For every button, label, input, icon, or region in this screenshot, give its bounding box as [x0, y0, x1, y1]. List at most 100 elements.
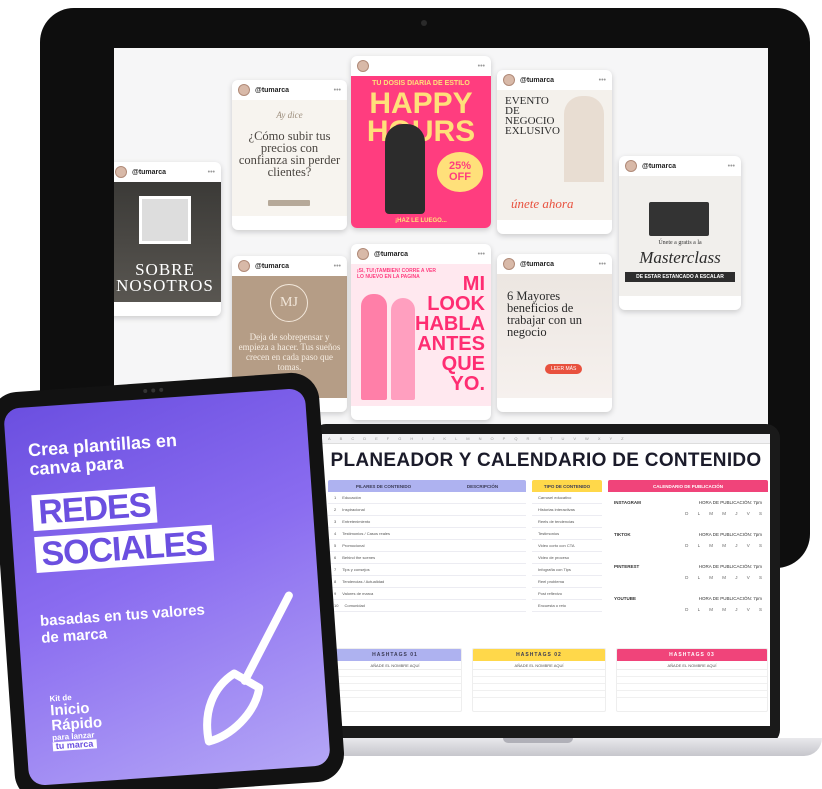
pilares-header: PILARES DE CONTENIDO: [355, 483, 412, 489]
channel-name: INSTAGRAM: [614, 500, 641, 505]
tablet-camera: [141, 387, 165, 394]
channel-hora: HORA DE PUBLICACIÓN: 7pm: [698, 500, 762, 505]
tipo-header: TIPO DE CONTENIDO: [543, 483, 591, 489]
channel-name: YOUTUBE: [614, 596, 637, 601]
channel-days: D L M M J V S: [685, 543, 762, 548]
post-foot: ¡HAZ LE LUEGO...: [395, 218, 447, 224]
channel-days: D L M M J V S: [685, 511, 762, 516]
cta-button: LEER MÁS: [545, 364, 583, 374]
tipo-section: TIPO DE CONTENIDO Carrusel educativo His…: [532, 480, 602, 630]
kit-label: Kit de Inicio Rápido para lanzar tu marc…: [49, 692, 103, 752]
cta-text: únete ahora: [511, 196, 574, 211]
avatar: [238, 260, 250, 272]
post-card-masterclass: @tumarca ••• Únete a gratis a la Mastercl…: [619, 156, 741, 310]
post-card-precios: @tumarca ••• Ay dice ¿Cómo subir tus prec…: [232, 80, 347, 230]
post-card-happy-hours: ••• TU DOSIS DIARIA DE ESTILO HAPPY HOUR…: [351, 56, 491, 228]
post-text: Deja de sobrepensar y empieza a hacer. T…: [238, 332, 341, 372]
pilar-row: 2 Inspiracional: [328, 504, 526, 516]
post-card-sobre-nosotros: @tumarca ••• SOBRE NOSOTROS: [114, 162, 221, 316]
spreadsheet-column-bar: ABCDEFGHIJKLMNOPQRSTUVWXYZ: [322, 434, 770, 444]
post-text: 6 Mayores beneficios de trabajar con un …: [507, 289, 582, 339]
tipo-row: Infografía con Tips: [532, 564, 602, 576]
tipo-row: Testimonios: [532, 528, 602, 540]
pilares-section: PILARES DE CONTENIDO DESCRIPCIÓN 1 Educac…: [328, 480, 526, 630]
channel-hora: HORA DE PUBLICACIÓN: 7pm: [698, 564, 762, 569]
channel-hora: HORA DE PUBLICACIÓN: 7pm: [698, 596, 762, 601]
hashtags-01: HASHTAGS 01 AÑADE EL NOMBRE AQUÍ: [328, 648, 462, 712]
tipo-row: Video corto con CTA: [532, 540, 602, 552]
laptop-frame: ABCDEFGHIJKLMNOPQRSTUVWXYZ PLANEADOR Y C…: [312, 424, 780, 744]
pilar-row: 4 Testimonios / Casos reales: [328, 528, 526, 540]
avatar: [357, 60, 369, 72]
tablet-frame: Crea plantillas en canva para REDES SOCI…: [0, 370, 346, 789]
tipo-row: Historias interactivas: [532, 504, 602, 516]
badge-sociales: SOCIALES: [34, 524, 215, 574]
more-icon: •••: [477, 62, 485, 70]
more-icon: •••: [333, 262, 341, 270]
pilar-row: 1 Educación: [328, 492, 526, 504]
hashtags-03: HASHTAGS 03 AÑADE EL NOMBRE AQUÍ: [616, 648, 768, 712]
pilar-row: 8 Tendencias / Actualidad: [328, 576, 526, 588]
pilar-row: 7 Tips y consejos: [328, 564, 526, 576]
more-icon: •••: [727, 162, 735, 170]
post-script: Ay dice: [276, 110, 303, 120]
descripcion-header: DESCRIPCIÓN: [466, 483, 499, 489]
post-text: EVENTO DE NEGOCIO EXLUSIVO: [505, 95, 560, 137]
brand-logo: MJ: [270, 284, 308, 322]
tipo-row: Carrusel educativo: [532, 492, 602, 504]
channel-days: D L M M J V S: [685, 607, 762, 612]
tipo-row: Encuesta o reto: [532, 600, 602, 612]
post-handle: @tumarca: [255, 86, 290, 94]
avatar: [625, 160, 637, 172]
avatar: [115, 166, 127, 178]
more-icon: •••: [333, 86, 341, 94]
avatar: [238, 84, 250, 96]
tablet-headline: Crea plantillas en canva para: [27, 429, 178, 480]
calendario-section: CALENDARIO DE PUBLICACIÓN INSTAGRAM HORA …: [608, 480, 768, 630]
paintbrush-icon: [203, 591, 293, 746]
channel-days: D L M M J V S: [685, 575, 762, 580]
hashtags-02: HASHTAGS 02 AÑADE EL NOMBRE AQUÍ: [472, 648, 606, 712]
post-handle: @tumarca: [642, 162, 677, 170]
post-handle: @tumarca: [132, 168, 167, 176]
pilar-row: 3 Entretenimiento: [328, 516, 526, 528]
post-text: ¿Cómo subir tus precios con confianza si…: [238, 129, 341, 179]
channel-hora: HORA DE PUBLICACIÓN: 7pm: [698, 532, 762, 537]
laptop-screen: ABCDEFGHIJKLMNOPQRSTUVWXYZ PLANEADOR Y C…: [322, 434, 770, 726]
pilar-row: 5 Promocional: [328, 540, 526, 552]
product-mockup: @tumarca ••• SOBRE NOSOTROS @tumarca ••• A…: [0, 0, 822, 789]
tipo-row: Reel problema: [532, 576, 602, 588]
post-text: SOBRE NOSOTROS: [116, 260, 214, 295]
camera-dot: [421, 20, 427, 26]
post-handle: @tumarca: [520, 260, 555, 268]
post-card-evento: @tumarca ••• EVENTO DE NEGOCIO EXLUSIVO ú…: [497, 70, 612, 234]
tablet-screen: Crea plantillas en canva para REDES SOCI…: [3, 387, 331, 787]
post-card-beneficios: @tumarca ••• 6 Mayores beneficios de trab…: [497, 254, 612, 412]
badge-redes: REDES: [31, 486, 158, 532]
post-top-text: TU DOSIS DIARIA DE ESTILO: [372, 80, 470, 87]
more-icon: •••: [598, 76, 606, 84]
post-sub: Únete a gratis a la: [658, 240, 702, 246]
channel-name: PINTEREST: [614, 564, 640, 569]
more-icon: •••: [598, 260, 606, 268]
channel-name: TIKTOK: [614, 532, 631, 537]
pilar-row: 9 Valores de marca: [328, 588, 526, 600]
offer-badge: 25% OFF: [437, 152, 483, 192]
avatar: [503, 74, 515, 86]
planner-title: PLANEADOR Y CALENDARIO DE CONTENIDO: [330, 450, 762, 471]
post-big-text: MI LOOK HABLA ANTES QUE YO.: [415, 273, 485, 395]
post-handle: @tumarca: [520, 76, 555, 84]
calendario-header: CALENDARIO DE PUBLICACIÓN: [652, 483, 723, 489]
tipo-row: Post reflexivo: [532, 588, 602, 600]
avatar: [503, 258, 515, 270]
more-icon: •••: [207, 168, 215, 176]
post-handle: @tumarca: [255, 262, 290, 270]
avatar: [357, 248, 369, 260]
post-card-mi-look: @tumarca ••• ¡SI, TU!¡TAMBIEN! CORRE A VE…: [351, 244, 491, 420]
post-foot: DE ESTAR ESTANCADO A ESCALAR: [625, 272, 735, 282]
post-text: Masterclass: [639, 248, 721, 267]
pilar-row: 6 Behind the scenes: [328, 552, 526, 564]
post-handle: @tumarca: [374, 250, 409, 258]
more-icon: •••: [477, 250, 485, 258]
tipo-row: Video de proceso: [532, 552, 602, 564]
